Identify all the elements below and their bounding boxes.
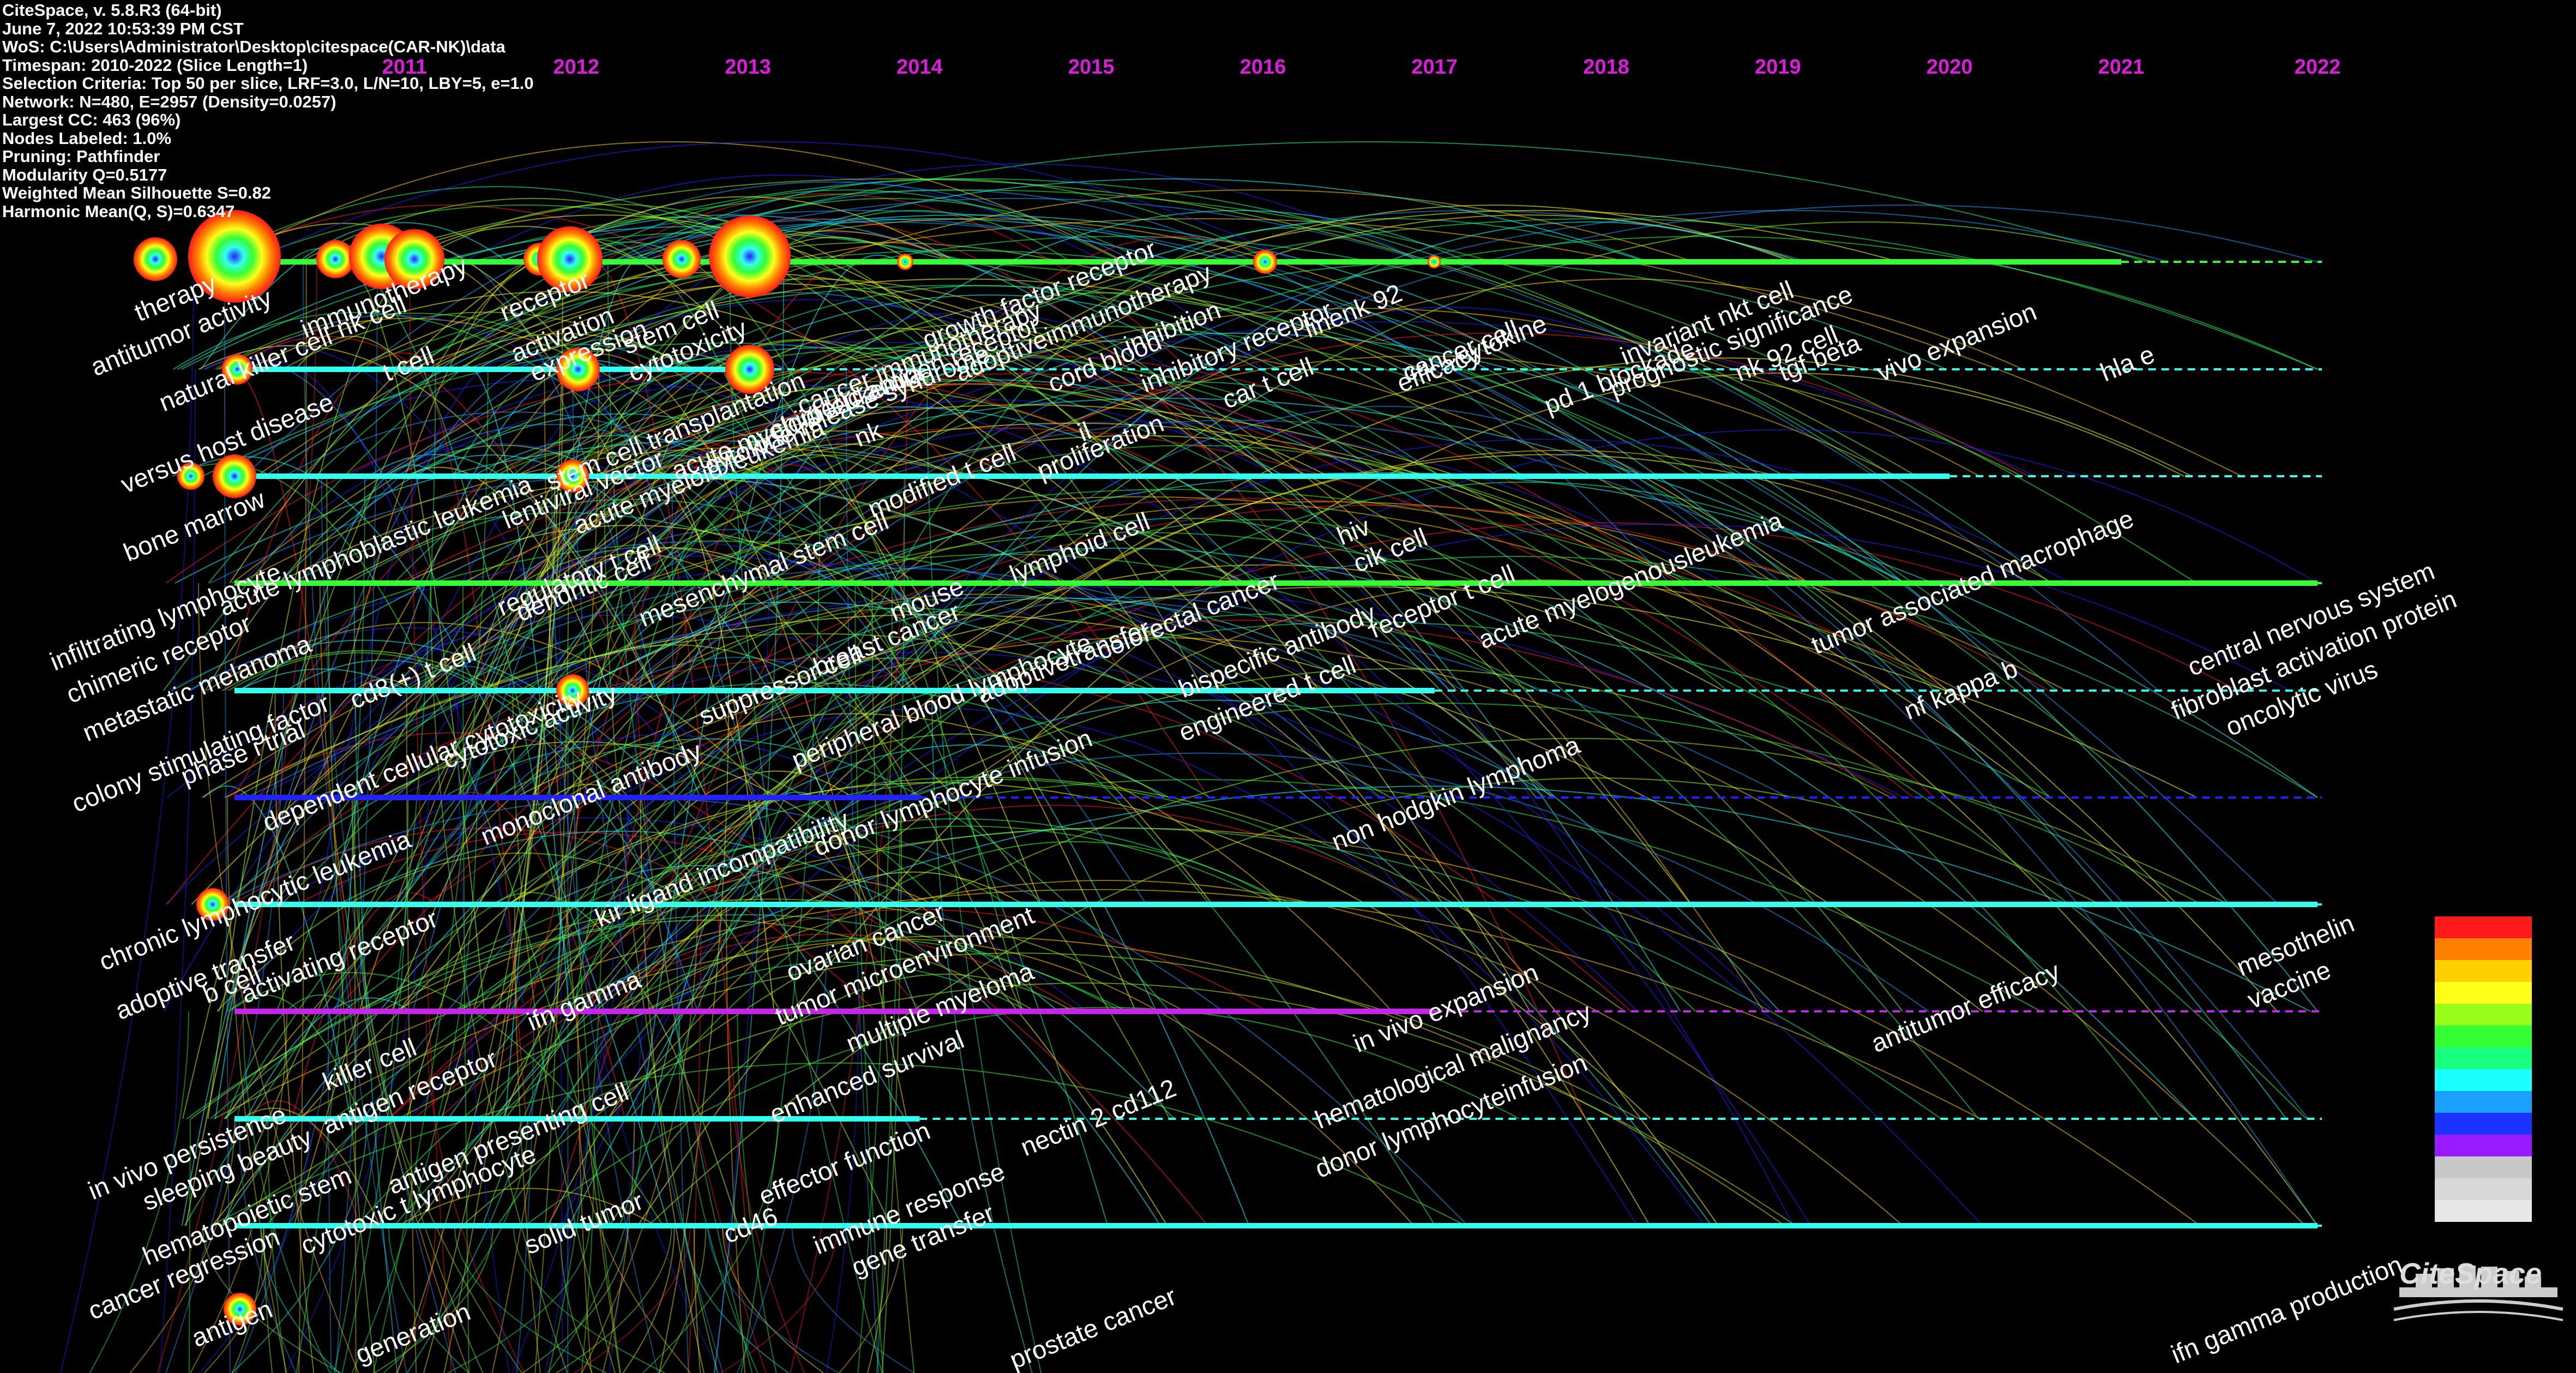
keyword-label[interactable]: prostate cancer [1006,1281,1180,1373]
legend-swatch [2435,1113,2532,1135]
citation-arc [60,261,194,1373]
year-label: 2018 [1583,56,1629,79]
timeline-visualization[interactable]: 2011 2012 2013 2014 2015 2016 2017 2018 2019 2020… [0,0,2576,1373]
legend-swatch [2435,1004,2532,1026]
info-line: Harmonic Mean(Q, S)=0.6347 [2,201,235,221]
info-line: Modularity Q=0.5177 [2,165,167,184]
keyword-label[interactable]: nf kappa b [1900,653,2021,725]
year-label: 2016 [1240,56,1286,79]
keyword-label[interactable]: ifn gamma production [2167,1250,2406,1369]
run-info-panel: CiteSpace, v. 5.8.R3 (64-bit) June 7, 202… [2,1,534,220]
citespace-logo: CiteSpace [2393,1257,2563,1321]
color-legend [2435,916,2532,1222]
info-line: Timespan: 2010-2022 (Slice Length=1) [2,55,308,75]
legend-swatch [2435,982,2532,1004]
year-label: 2013 [725,56,771,79]
legend-swatch [2435,1156,2532,1178]
info-line: Nodes Labeled: 1.0% [2,128,172,148]
year-label: 2017 [1412,56,1458,79]
keyword-label[interactable]: non hodgkin lymphoma [1327,730,1584,856]
legend-swatch [2435,1200,2532,1222]
keyword-node[interactable] [1253,250,1277,274]
info-line: Network: N=480, E=2957 (Density=0.0257) [2,92,336,111]
legend-swatch [2435,1047,2532,1069]
keyword-label[interactable]: vivo expansion [1873,297,2041,387]
legend-swatch [2435,1178,2532,1200]
legend-swatch [2435,1026,2532,1047]
year-label: 2019 [1755,56,1801,79]
legend-swatch [2435,916,2532,938]
year-axis: 2011 2012 2013 2014 2015 2016 2017 2018 2019 2020… [382,56,2341,79]
citation-arc [556,1225,672,1373]
info-line: Largest CC: 463 (96%) [2,110,181,129]
keyword-node[interactable] [709,215,791,297]
year-label: 2020 [1927,56,1973,79]
year-label: 2014 [896,56,943,79]
keyword-label[interactable]: nectin 2 cd112 [1016,1073,1180,1161]
keyword-label[interactable]: linenk 92 [1300,278,1406,344]
legend-swatch [2435,960,2532,982]
info-line: WoS: C:\Users\Administrator\Desktop\cite… [2,37,505,56]
info-line: Selection Criteria: Top 50 per slice, LR… [2,74,534,93]
legend-swatch [2435,938,2532,960]
year-label: 2015 [1068,56,1115,79]
keyword-node[interactable] [663,240,701,278]
legend-swatch [2435,1069,2532,1091]
citation-arc [406,690,417,1373]
citespace-logo-text: CiteSpace [2399,1257,2542,1290]
info-line: CiteSpace, v. 5.8.R3 (64-bit) [2,1,222,20]
keyword-label[interactable]: hla e [2096,339,2158,387]
citation-arc [443,189,2197,584]
info-line: Pruning: Pathfinder [2,147,160,166]
year-label: 2012 [553,56,600,79]
year-label: 2021 [2098,56,2145,79]
citation-arc [826,1011,859,1373]
info-line: Weighted Mean Silhouette S=0.82 [2,183,271,202]
keyword-node[interactable] [316,240,354,278]
keyword-node[interactable] [1428,255,1441,268]
legend-swatch [2435,1135,2532,1156]
year-label: 2022 [2295,56,2341,79]
legend-swatch [2435,1091,2532,1113]
keyword-node[interactable] [897,254,913,270]
info-line: June 7, 2022 10:53:39 PM CST [2,19,244,38]
keyword-node[interactable] [134,237,177,281]
